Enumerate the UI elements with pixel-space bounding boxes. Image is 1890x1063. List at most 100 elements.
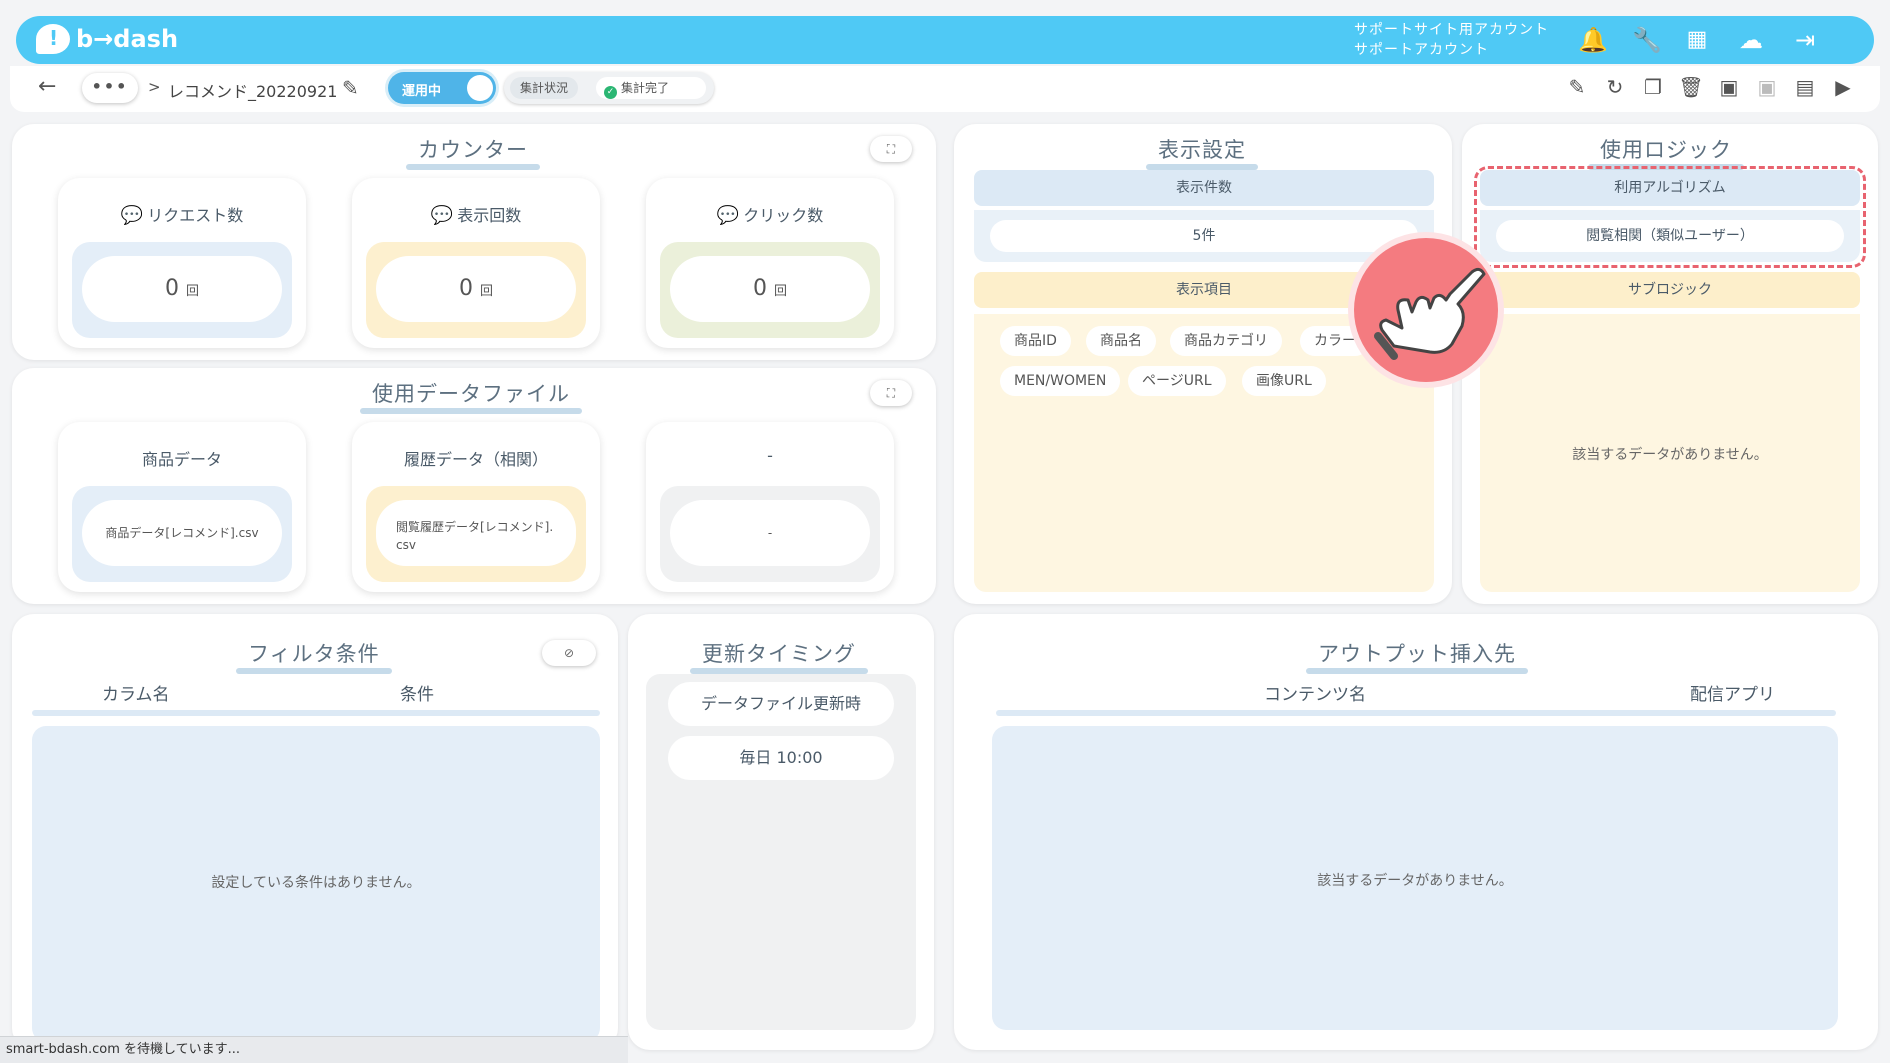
- sublogic-header: サブロジック: [1480, 272, 1860, 308]
- timing-row-datafile: データファイル更新時: [668, 682, 894, 726]
- timing-row-daily: 毎日 10:00: [668, 736, 894, 780]
- logo-text: b→dash: [76, 25, 179, 53]
- chat-bot-icon[interactable]: ☁: [1736, 26, 1766, 54]
- account-info[interactable]: サポートサイト用アカウント サポートアカウント: [1354, 20, 1549, 60]
- pointer-hand-icon: [1354, 238, 1498, 382]
- filter-empty: 設定している条件はありません。: [211, 875, 421, 891]
- counter-request-box: 0 回: [72, 242, 292, 338]
- breadcrumb-more-button[interactable]: •••: [82, 73, 138, 103]
- status-toggle-label: 運用中: [402, 84, 442, 99]
- archive-disabled-icon: ▣: [1757, 75, 1777, 99]
- counter-card: カウンター ⛶ 💬 リクエスト数 0 回 💬 表示回数 0 回 💬 クリック数 0 回: [12, 124, 936, 360]
- counter-title: カウンター: [406, 134, 540, 170]
- counter-impressions-label: 表示回数: [457, 206, 522, 225]
- counter-impressions-header: 💬 表示回数: [352, 202, 600, 226]
- status-toggle[interactable]: 運用中: [388, 72, 496, 104]
- datafile-empty-value: -: [670, 500, 870, 566]
- counter-clicks-unit: 回: [773, 284, 787, 299]
- comment-icon: 💬: [716, 205, 740, 226]
- display-chip: 商品カテゴリ: [1170, 326, 1282, 356]
- arrow-left-icon[interactable]: ←: [38, 74, 56, 99]
- datafile-history: 履歴データ（相関） 閲覧履歴データ[レコメンド].csv: [352, 422, 600, 592]
- datafile-history-value: 閲覧履歴データ[レコメンド].csv: [396, 520, 554, 552]
- filter-card: フィルタ条件 ⊘ カラム名 条件 設定している条件はありません。: [12, 614, 618, 1050]
- counter-request-label: リクエスト数: [147, 206, 244, 225]
- trash-icon[interactable]: 🗑: [1676, 72, 1706, 102]
- counter-request-unit: 回: [185, 284, 199, 299]
- counter-impressions-value: 0 回: [376, 256, 576, 322]
- page-title: レコメンド_20220921: [168, 82, 338, 101]
- output-divider: [996, 710, 1836, 716]
- counter-impressions-number: 0: [458, 276, 473, 301]
- display-chip: MEN/WOMEN: [1000, 366, 1121, 396]
- output-body: 該当するデータがありません。: [992, 726, 1838, 1030]
- wrench-icon[interactable]: 🔧: [1632, 26, 1662, 54]
- aggregation-badge: ✓ 集計完了: [596, 77, 706, 99]
- bell-icon[interactable]: 🔔: [1578, 26, 1608, 54]
- edit-icon[interactable]: ✎: [1562, 72, 1592, 102]
- document-icon[interactable]: ▤: [1790, 72, 1820, 102]
- counter-impressions-unit: 回: [479, 284, 493, 299]
- datafile-product-box: 商品データ[レコメンド].csv: [72, 486, 292, 582]
- logic-card: 使用ロジック 利用アルゴリズム 閲覧相関（類似ユーザー） サブロジック 該当する…: [1462, 124, 1878, 604]
- filter-divider: [32, 710, 600, 716]
- history-icon[interactable]: ↻: [1600, 72, 1630, 102]
- logo[interactable]: b→dash: [36, 24, 178, 54]
- archive-icon[interactable]: ▣: [1714, 72, 1744, 102]
- comment-icon: 💬: [120, 205, 144, 226]
- grid-icon[interactable]: ▦: [1682, 26, 1712, 54]
- timing-body: データファイル更新時 毎日 10:00: [646, 674, 916, 1030]
- highlight-box: [1474, 166, 1866, 268]
- timing-card: 更新タイミング データファイル更新時 毎日 10:00: [628, 614, 934, 1050]
- top-bar: b→dash サポートサイト用アカウント サポートアカウント 🔔 🔧 ▦ ☁ ⇥: [16, 16, 1874, 64]
- expand-icon[interactable]: ⛶: [870, 136, 912, 162]
- display-title: 表示設定: [1146, 134, 1258, 170]
- datafile-product-value[interactable]: 商品データ[レコメンド].csv: [82, 500, 282, 566]
- copy-icon[interactable]: ❐: [1638, 72, 1668, 102]
- counter-clicks: 💬 クリック数 0 回: [646, 178, 894, 348]
- filter-col-name: カラム名: [102, 685, 170, 705]
- logic-title: 使用ロジック: [1588, 134, 1744, 170]
- filter-col-condition: 条件: [400, 685, 434, 705]
- output-card: アウトプット挿入先 コンテンツ名 配信アプリ 該当するデータがありません。: [954, 614, 1878, 1050]
- aggregation-label: 集計状況: [510, 77, 579, 99]
- output-col-content: コンテンツ名: [1264, 685, 1366, 705]
- output-empty: 該当するデータがありません。: [1317, 873, 1513, 889]
- datafile-history-box: 閲覧履歴データ[レコメンド].csv: [366, 486, 586, 582]
- aggregation-status: 集計状況 ✓ 集計完了: [504, 72, 714, 104]
- counter-request-header: 💬 リクエスト数: [58, 202, 306, 226]
- comment-icon: 💬: [430, 205, 454, 226]
- timing-title: 更新タイミング: [690, 638, 868, 674]
- counter-impressions-box: 0 回: [366, 242, 586, 338]
- datafile-empty: - -: [646, 422, 894, 592]
- datafile-history-pill[interactable]: 閲覧履歴データ[レコメンド].csv: [376, 500, 576, 566]
- display-chip: ページURL: [1128, 366, 1226, 396]
- logout-icon[interactable]: ⇥: [1790, 26, 1820, 54]
- play-icon[interactable]: ▶: [1828, 72, 1858, 102]
- counter-clicks-header: 💬 クリック数: [646, 202, 894, 226]
- check-icon: ✓: [604, 86, 617, 99]
- browser-status-bar: smart-bdash.com を待機しています...: [0, 1036, 628, 1063]
- account-line2: サポートアカウント: [1354, 42, 1489, 58]
- counter-request: 💬 リクエスト数 0 回: [58, 178, 306, 348]
- datafile-title: 使用データファイル: [360, 378, 582, 414]
- account-line1: サポートサイト用アカウント: [1354, 22, 1549, 38]
- breadcrumb-separator: >: [148, 78, 161, 96]
- expand-icon[interactable]: ⛶: [870, 380, 912, 406]
- sublogic-box: 該当するデータがありません。: [1480, 314, 1860, 592]
- sublogic-empty: 該当するデータがありません。: [1572, 447, 1768, 463]
- pencil-icon[interactable]: ✎: [342, 76, 359, 100]
- display-chip: 商品ID: [1000, 326, 1071, 356]
- logo-icon: [36, 24, 70, 54]
- counter-request-number: 0: [164, 276, 179, 301]
- counter-request-value: 0 回: [82, 256, 282, 322]
- datafile-product: 商品データ 商品データ[レコメンド].csv: [58, 422, 306, 592]
- output-col-app: 配信アプリ: [1690, 685, 1775, 705]
- filter-body: 設定している条件はありません。: [32, 726, 600, 1042]
- display-chip: 画像URL: [1242, 366, 1326, 396]
- counter-clicks-value: 0 回: [670, 256, 870, 322]
- counter-clicks-box: 0 回: [660, 242, 880, 338]
- filter-edit-icon[interactable]: ⊘: [542, 640, 596, 666]
- filter-title: フィルタ条件: [236, 638, 392, 674]
- counter-impressions: 💬 表示回数 0 回: [352, 178, 600, 348]
